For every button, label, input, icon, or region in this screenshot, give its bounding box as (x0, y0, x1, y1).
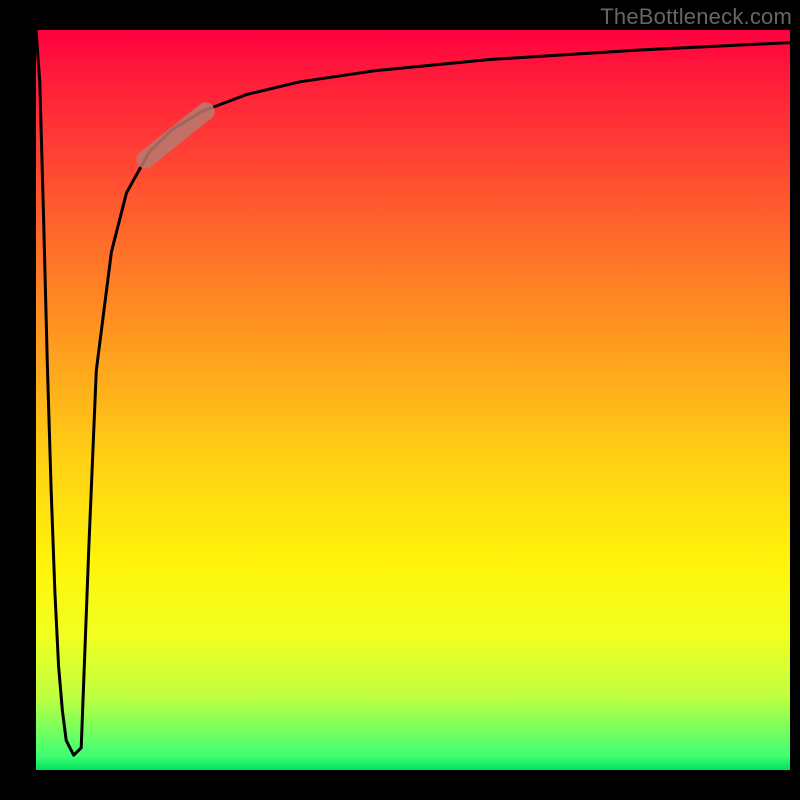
chart-plot-area (36, 30, 790, 770)
chart-svg (36, 30, 790, 770)
curve-highlight-marker (145, 111, 205, 159)
chart-frame-right (790, 0, 800, 800)
bottleneck-curve (36, 30, 790, 755)
watermark-text: TheBottleneck.com (600, 4, 792, 30)
chart-frame-bottom (0, 770, 800, 800)
chart-frame-left (0, 0, 36, 800)
